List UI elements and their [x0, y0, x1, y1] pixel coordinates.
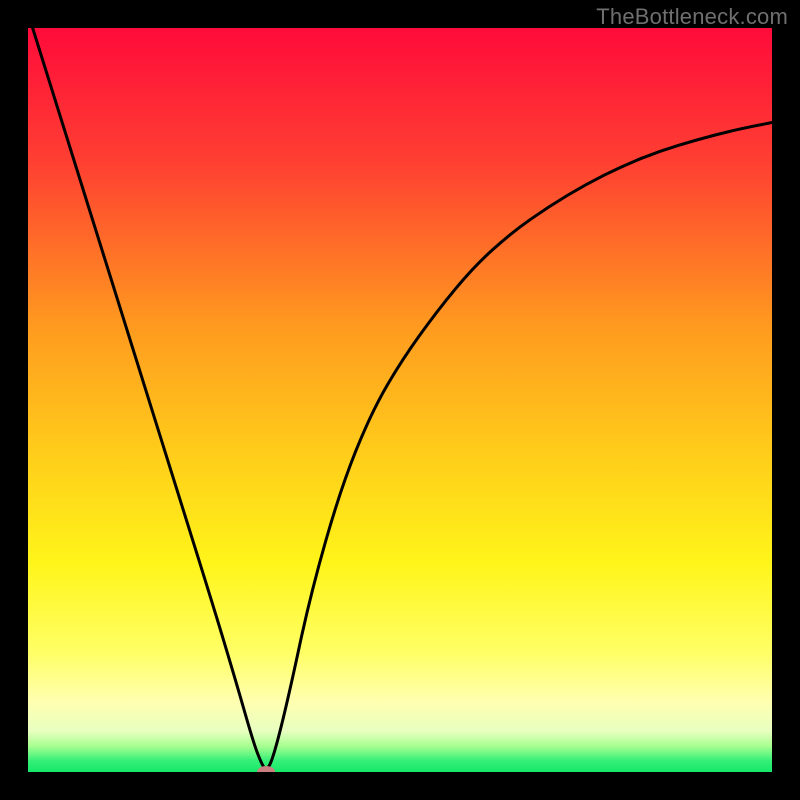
gradient-background — [28, 28, 772, 772]
plot-svg — [28, 28, 772, 772]
watermark-text: TheBottleneck.com — [596, 4, 788, 30]
chart-frame: TheBottleneck.com — [0, 0, 800, 800]
plot-area — [28, 28, 772, 772]
